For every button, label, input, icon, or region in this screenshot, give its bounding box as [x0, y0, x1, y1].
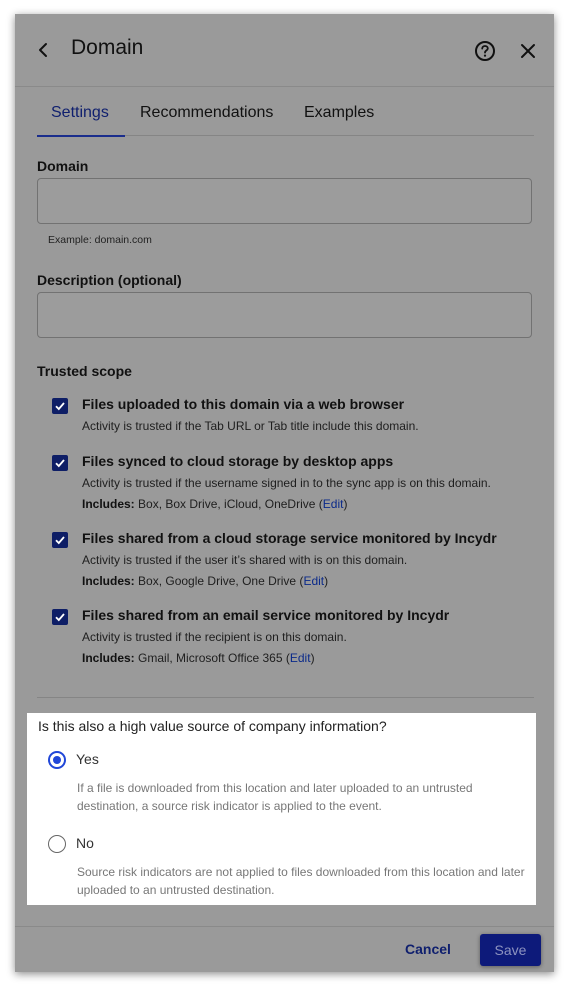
trusted-scope-label: Trusted scope [37, 363, 132, 379]
tab-recommendations[interactable]: Recommendations [140, 102, 280, 135]
help-icon[interactable] [474, 40, 496, 62]
checkbox-email[interactable] [52, 609, 68, 625]
domain-hint: Example: domain.com [48, 234, 152, 246]
check-icon [55, 459, 65, 468]
dialog-footer: Cancel Save [15, 926, 554, 973]
scope-item-includes: Includes: Gmail, Microsoft Office 365 (E… [82, 651, 315, 665]
section-divider [37, 697, 534, 698]
edit-link-desktop-sync[interactable]: Edit [323, 497, 344, 511]
checkbox-cloud-storage[interactable] [52, 532, 68, 548]
scope-item-description: Activity is trusted if the username sign… [82, 476, 491, 490]
description-label: Description (optional) [37, 272, 182, 288]
scope-item-includes: Includes: Box, Google Drive, One Drive (… [82, 574, 329, 588]
dialog-header: Domain [15, 14, 554, 87]
scope-item-title: Files shared from a cloud storage servic… [82, 530, 497, 546]
tab-examples[interactable]: Examples [304, 102, 384, 135]
check-icon [55, 402, 65, 411]
checkbox-desktop-sync[interactable] [52, 455, 68, 471]
dialog-title: Domain [71, 36, 144, 59]
scope-item-description: Activity is trusted if the user it’s sha… [82, 553, 408, 567]
edit-link-cloud-storage[interactable]: Edit [303, 574, 324, 588]
check-icon [55, 536, 65, 545]
scope-item-title: Files synced to cloud storage by desktop… [82, 453, 394, 469]
radio-yes-description: If a file is downloaded from this locati… [77, 781, 473, 813]
domain-dialog: Domain Settings Recommendations Examples… [15, 14, 554, 972]
radio-no-label[interactable]: No [76, 835, 94, 851]
description-input[interactable] [37, 292, 532, 338]
radio-no-description: Source risk indicators are not applied t… [77, 865, 525, 897]
high-value-question: Is this also a high value source of comp… [38, 718, 387, 734]
tab-settings[interactable]: Settings [37, 102, 125, 137]
checkbox-web-browser[interactable] [52, 398, 68, 414]
back-chevron-icon[interactable] [33, 38, 53, 62]
domain-label: Domain [37, 158, 89, 174]
save-button[interactable]: Save [480, 934, 541, 966]
radio-no[interactable] [48, 835, 66, 853]
scope-item-title: Files shared from an email service monit… [82, 607, 450, 623]
cancel-button[interactable]: Cancel [405, 941, 451, 957]
tab-bar: Settings Recommendations Examples [37, 102, 534, 137]
edit-link-email[interactable]: Edit [290, 651, 311, 665]
check-icon [55, 613, 65, 622]
high-value-section: Is this also a high value source of comp… [27, 713, 536, 905]
scope-item-description: Activity is trusted if the recipient is … [82, 630, 347, 644]
scope-item-description: Activity is trusted if the Tab URL or Ta… [82, 419, 419, 433]
radio-yes[interactable] [48, 751, 66, 769]
scope-item-title: Files uploaded to this domain via a web … [82, 396, 405, 412]
domain-input[interactable] [37, 178, 532, 224]
close-icon[interactable] [519, 42, 537, 60]
scope-item-includes: Includes: Box, Box Drive, iCloud, OneDri… [82, 497, 348, 511]
radio-yes-label[interactable]: Yes [76, 751, 99, 767]
